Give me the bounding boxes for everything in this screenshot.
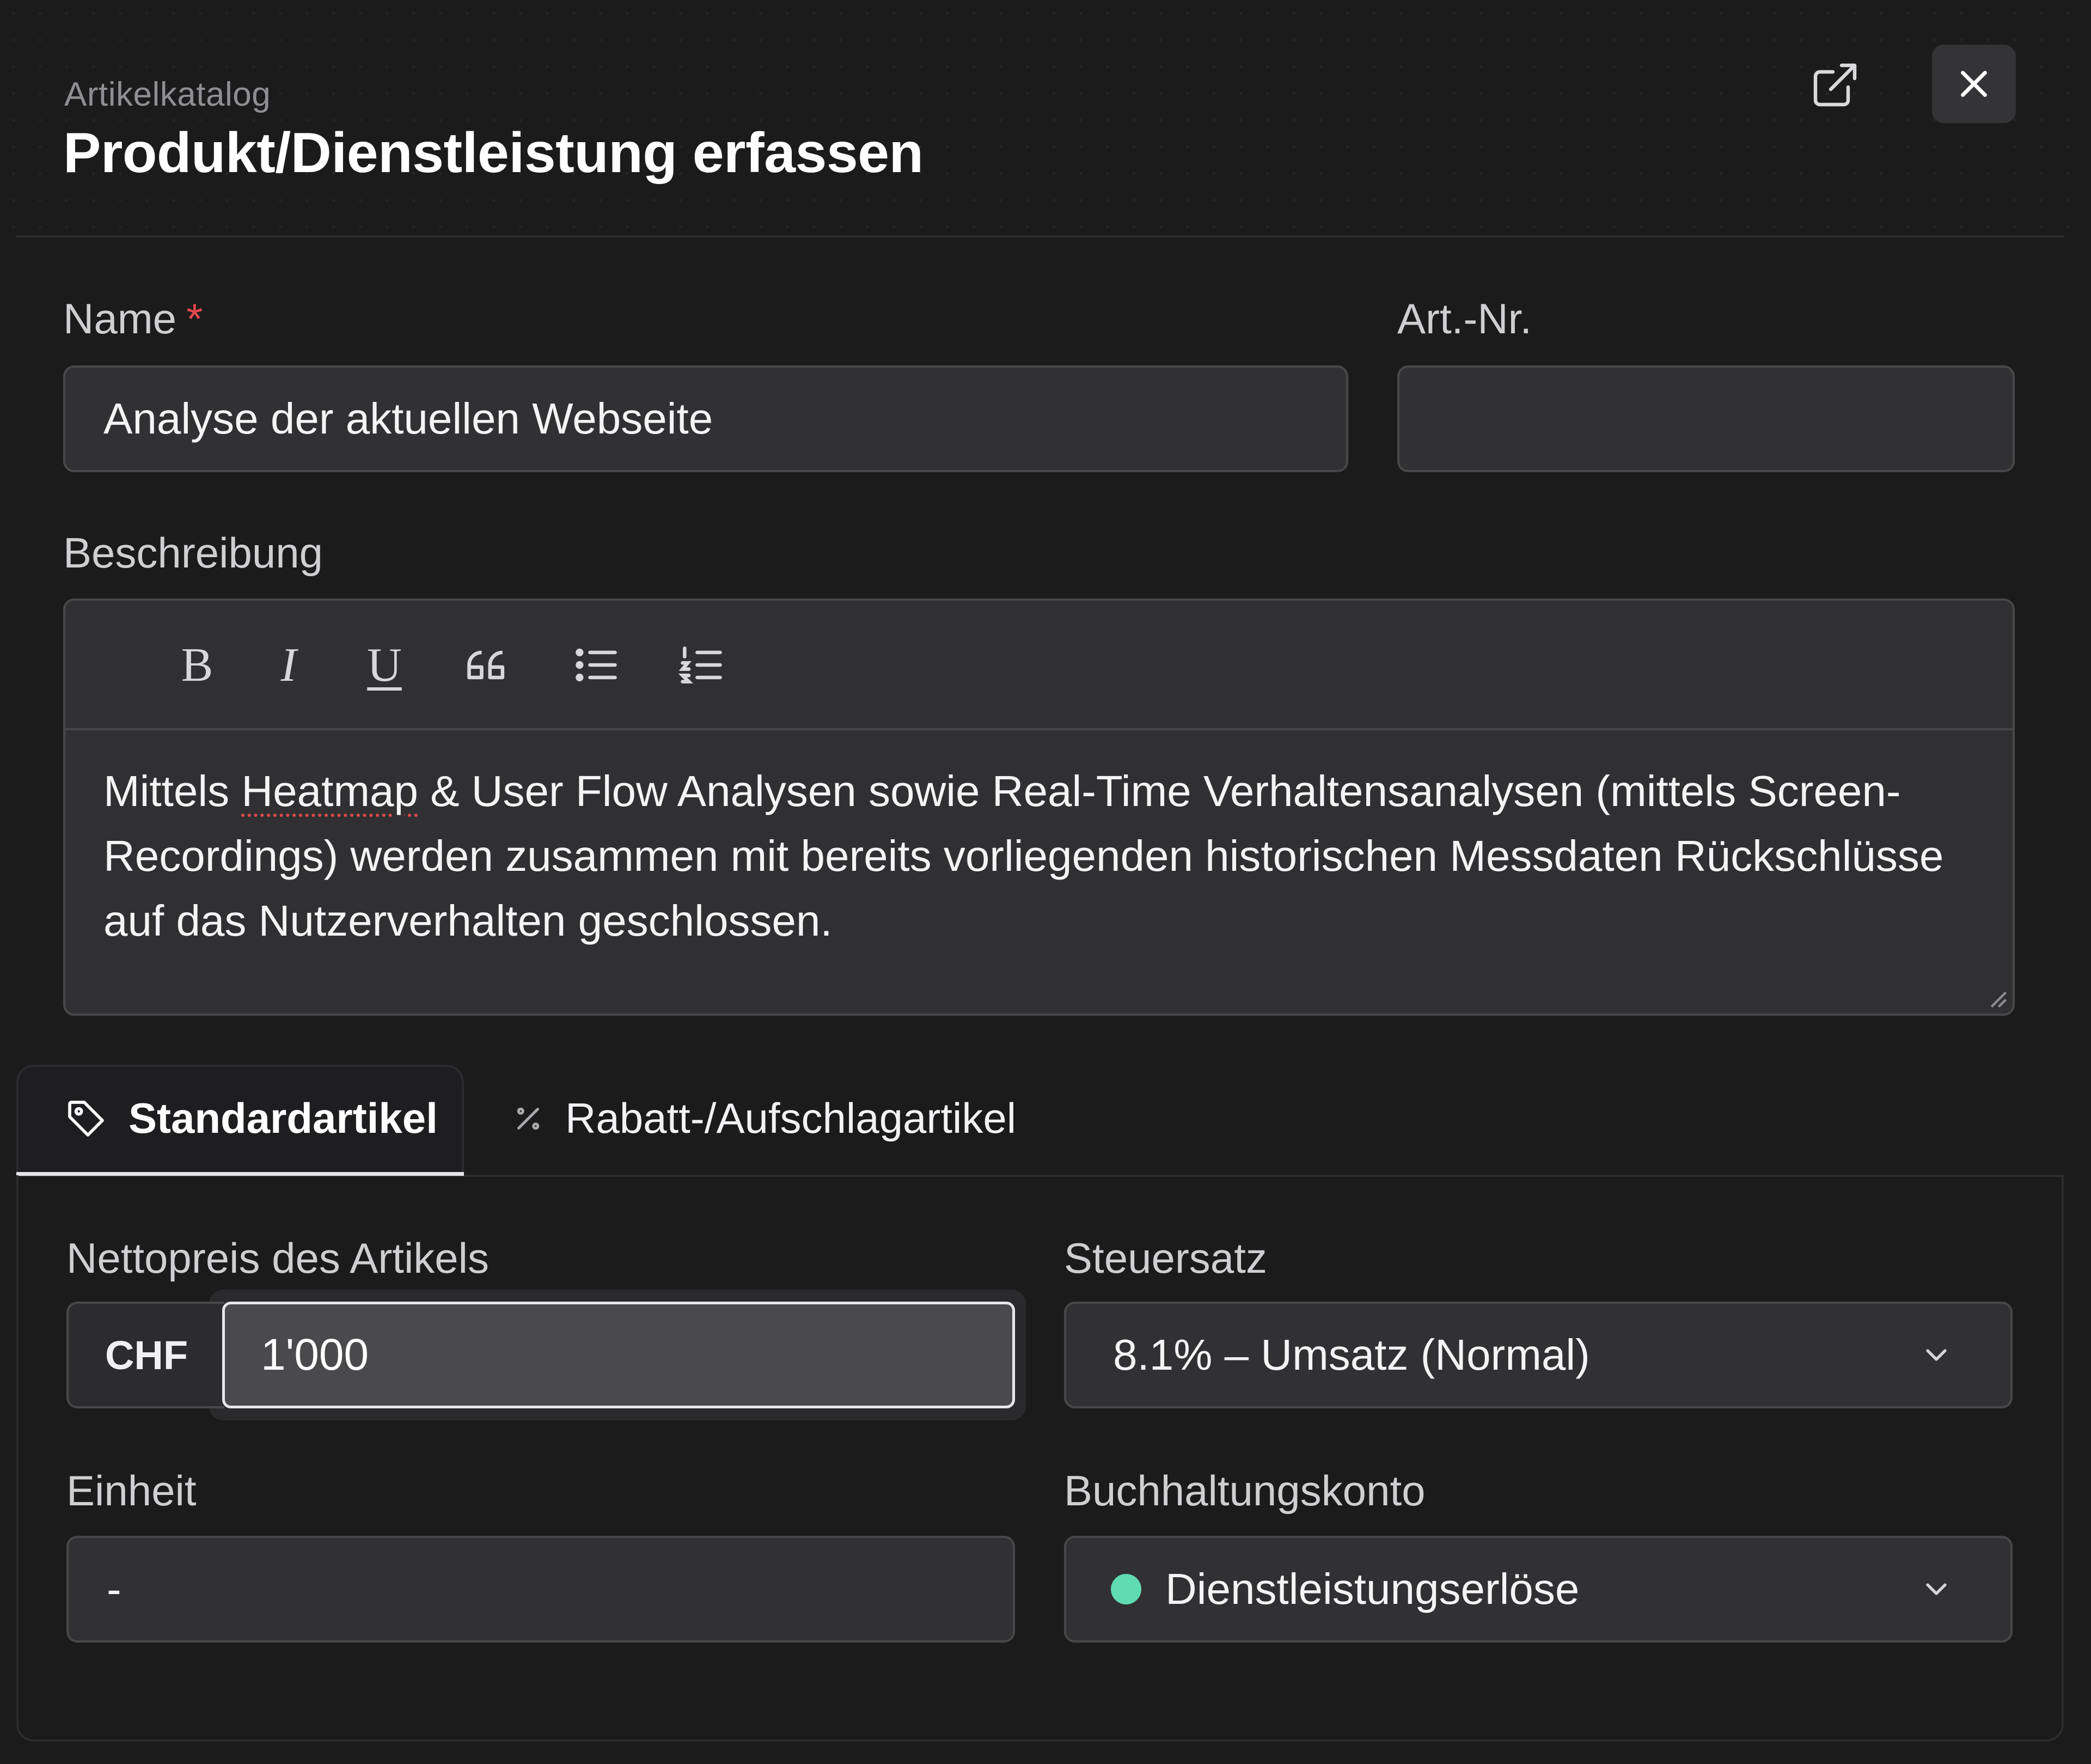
- net-price-label: Nettopreis des Artikels: [66, 1234, 490, 1282]
- tax-rate-label: Steuersatz: [1064, 1234, 1267, 1282]
- external-link-icon: [1813, 63, 1857, 107]
- tax-rate-select[interactable]: 8.1% – Umsatz (Normal): [1064, 1302, 2013, 1408]
- description-label: Beschreibung: [63, 529, 323, 577]
- editor-toolbar: B I U: [65, 601, 2013, 730]
- bullet-list-icon: [576, 648, 617, 682]
- numbered-list-button[interactable]: [669, 632, 734, 698]
- quote-icon: [467, 650, 505, 680]
- tab-rabatt-aufschlagartikel[interactable]: Rabatt-/Aufschlagartikel: [512, 1094, 1016, 1143]
- bullet-list-button[interactable]: [564, 632, 629, 698]
- bold-button[interactable]: B: [164, 632, 230, 698]
- bold-icon: B: [181, 638, 213, 692]
- dialog-eyebrow: Artikelkatalog: [64, 76, 271, 113]
- chevron-down-icon: [1926, 1583, 1947, 1595]
- tag-icon: [68, 1100, 104, 1137]
- unit-input[interactable]: -: [66, 1536, 1015, 1643]
- description-text[interactable]: Mittels Heatmap & User Flow Analysen sow…: [103, 759, 1988, 953]
- article-number-input[interactable]: [1397, 365, 2015, 472]
- underline-button[interactable]: U: [352, 632, 417, 698]
- required-asterisk: *: [186, 295, 203, 343]
- name-label: Name *: [63, 295, 203, 343]
- account-label: Buchhaltungskonto: [1064, 1467, 1426, 1515]
- tab-standardartikel-label[interactable]: Standardartikel: [64, 1094, 438, 1143]
- close-icon: [1961, 71, 1987, 97]
- create-article-dialog: Artikelkatalog Produkt/Dienstleistung er…: [0, 0, 2091, 1764]
- dialog-title: Produkt/Dienstleistung erfassen: [63, 121, 924, 185]
- header-divider: [16, 236, 2064, 237]
- unit-label: Einheit: [66, 1467, 197, 1515]
- numbered-list-icon: [678, 646, 722, 683]
- currency-prefix: CHF: [66, 1302, 224, 1408]
- misspelled-word: Heatmap: [241, 767, 418, 815]
- account-select[interactable]: Dienstleistungserlöse: [1064, 1536, 2013, 1643]
- italic-button[interactable]: I: [256, 632, 321, 698]
- close-button[interactable]: [1932, 45, 2016, 123]
- blockquote-button[interactable]: [455, 632, 521, 698]
- resize-handle-icon[interactable]: [1984, 985, 2008, 1009]
- name-input[interactable]: Analyse der aktuellen Webseite: [63, 365, 1348, 472]
- account-status-dot: [1111, 1574, 1141, 1604]
- percent-icon: [517, 1107, 540, 1130]
- description-editor[interactable]: B I U Mittels Heatmap & User Flow Analys…: [63, 599, 2015, 1016]
- article-number-label: Art.-Nr.: [1397, 295, 1532, 343]
- net-price-input[interactable]: 1'000: [222, 1302, 1015, 1408]
- underline-icon: U: [367, 638, 402, 692]
- italic-icon: I: [280, 638, 297, 692]
- open-in-new-window-button[interactable]: [1802, 52, 1868, 118]
- chevron-down-icon: [1926, 1349, 1947, 1361]
